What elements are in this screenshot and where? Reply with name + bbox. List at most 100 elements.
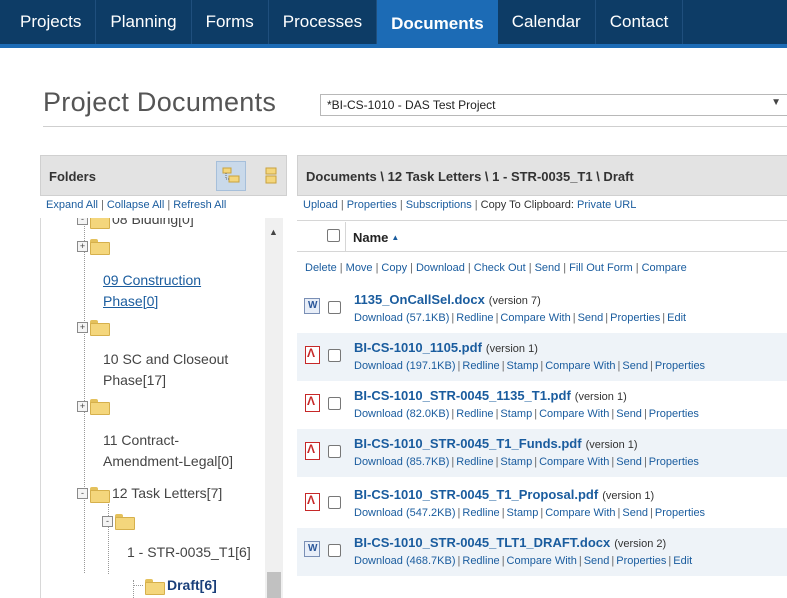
folder-list-view-button[interactable] — [257, 161, 287, 191]
expand-all-link[interactable]: Expand All — [46, 199, 98, 211]
compare-action[interactable]: Compare — [642, 262, 687, 274]
properties-link[interactable]: Properties — [649, 456, 699, 468]
expand-icon[interactable]: + — [77, 321, 88, 333]
send-link[interactable]: Send — [584, 555, 610, 567]
stamp-link[interactable]: Stamp — [500, 456, 532, 468]
expand-icon[interactable]: + — [77, 240, 88, 252]
redline-link[interactable]: Redline — [462, 555, 499, 567]
scroll-up-icon[interactable]: ▲ — [269, 227, 278, 237]
row-checkbox[interactable] — [328, 301, 341, 314]
properties-link[interactable]: Properties — [347, 199, 397, 211]
compare-with-link[interactable]: Compare With — [539, 408, 609, 420]
scroll-thumb[interactable] — [267, 572, 281, 598]
check-out-action[interactable]: Check Out — [474, 262, 526, 274]
nav-tab-contact[interactable]: Contact — [596, 0, 684, 44]
redline-link[interactable]: Redline — [456, 312, 493, 324]
separator: | — [668, 555, 672, 567]
redline-link[interactable]: Redline — [462, 507, 499, 519]
redline-link[interactable]: Redline — [456, 456, 493, 468]
compare-with-link[interactable]: Compare With — [507, 555, 577, 567]
send-link[interactable]: Send — [616, 456, 642, 468]
document-name-link[interactable]: BI-CS-1010_STR-0045_T1_Funds.pdf — [354, 436, 582, 451]
download-link[interactable]: Download (85.7KB) — [354, 456, 449, 468]
separator: | — [528, 262, 532, 274]
subscriptions-link[interactable]: Subscriptions — [406, 199, 472, 211]
compare-with-link[interactable]: Compare With — [539, 456, 609, 468]
refresh-all-link[interactable]: Refresh All — [173, 199, 226, 211]
compare-with-link[interactable]: Compare With — [545, 360, 615, 372]
send-link[interactable]: Send — [578, 312, 604, 324]
edit-link[interactable]: Edit — [667, 312, 686, 324]
row-checkbox[interactable] — [328, 544, 341, 557]
tree-item-construction[interactable]: 09 Construction — [103, 270, 201, 291]
nav-tab-processes[interactable]: Processes — [269, 0, 378, 44]
tree-item-construction-cont[interactable]: Phase[0] — [103, 291, 158, 312]
delete-action[interactable]: Delete — [305, 262, 337, 274]
tree-item-closeout-cont[interactable]: Phase[17] — [103, 370, 166, 391]
collapse-icon[interactable]: - — [102, 515, 113, 527]
folder-tree-view-button[interactable] — [216, 161, 246, 191]
edit-link[interactable]: Edit — [673, 555, 692, 567]
send-link[interactable]: Send — [622, 507, 648, 519]
folder-tree-scrollbar[interactable]: ▲ — [265, 218, 283, 598]
tree-item-draft[interactable]: Draft[6] — [133, 575, 217, 596]
row-checkbox[interactable] — [328, 445, 341, 458]
nav-tab-forms[interactable]: Forms — [192, 0, 269, 44]
folder-icon — [90, 486, 110, 503]
separator: | — [457, 555, 461, 567]
stamp-link[interactable]: Stamp — [500, 408, 532, 420]
private-url-link[interactable]: Private URL — [577, 199, 636, 211]
collapse-all-link[interactable]: Collapse All — [107, 199, 164, 211]
download-link[interactable]: Download (197.1KB) — [354, 360, 456, 372]
copy-action[interactable]: Copy — [381, 262, 407, 274]
folder-tree-icon — [222, 167, 240, 183]
nav-tab-planning[interactable]: Planning — [96, 0, 192, 44]
redline-link[interactable]: Redline — [462, 360, 499, 372]
stamp-link[interactable]: Stamp — [507, 360, 539, 372]
redline-link[interactable]: Redline — [456, 408, 493, 420]
document-name-link[interactable]: BI-CS-1010_1105.pdf — [354, 340, 482, 355]
fill-out-form-action[interactable]: Fill Out Form — [569, 262, 633, 274]
download-link[interactable]: Download (82.0KB) — [354, 408, 449, 420]
stamp-link[interactable]: Stamp — [507, 507, 539, 519]
properties-link[interactable]: Properties — [616, 555, 666, 567]
project-select[interactable]: *BI-CS-1010 - DAS Test Project ▼ — [320, 94, 787, 116]
nav-tab-calendar[interactable]: Calendar — [498, 0, 596, 44]
send-action[interactable]: Send — [535, 262, 561, 274]
document-name-link[interactable]: BI-CS-1010_STR-0045_TLT1_DRAFT.docx — [354, 535, 610, 550]
download-action[interactable]: Download — [416, 262, 465, 274]
tree-item-contract[interactable]: 11 Contract- — [103, 430, 179, 451]
send-link[interactable]: Send — [616, 408, 642, 420]
document-name-link[interactable]: BI-CS-1010_STR-0045_T1_Proposal.pdf — [354, 487, 598, 502]
row-checkbox[interactable] — [328, 349, 341, 362]
name-column-header[interactable]: Name ▲ — [345, 222, 399, 252]
properties-link[interactable]: Properties — [610, 312, 660, 324]
tree-item-str[interactable]: 1 - STR-0035_T1[6] — [127, 542, 251, 563]
compare-with-link[interactable]: Compare With — [500, 312, 570, 324]
tree-item-contract-cont[interactable]: Amendment-Legal[0] — [103, 451, 233, 472]
nav-tab-projects[interactable]: Projects — [0, 0, 97, 44]
tree-item-closeout[interactable]: 10 SC and Closeout — [103, 349, 228, 370]
tree-item-task-letters[interactable]: - 12 Task Letters[7] — [77, 483, 222, 504]
expand-icon[interactable]: + — [77, 400, 88, 412]
move-action[interactable]: Move — [346, 262, 373, 274]
tree-item-bidding[interactable]: - 08 Bidding[0] — [77, 218, 194, 230]
expand-icon[interactable]: - — [77, 218, 88, 225]
properties-link[interactable]: Properties — [655, 360, 705, 372]
properties-link[interactable]: Properties — [649, 408, 699, 420]
download-link[interactable]: Download (57.1KB) — [354, 312, 449, 324]
upload-link[interactable]: Upload — [303, 199, 338, 211]
download-link[interactable]: Download (468.7KB) — [354, 555, 456, 567]
compare-with-link[interactable]: Compare With — [545, 507, 615, 519]
send-link[interactable]: Send — [622, 360, 648, 372]
properties-link[interactable]: Properties — [655, 507, 705, 519]
folder-stack-icon — [265, 167, 277, 184]
download-link[interactable]: Download (547.2KB) — [354, 507, 456, 519]
select-all-checkbox[interactable] — [327, 229, 340, 242]
row-checkbox[interactable] — [328, 496, 341, 509]
nav-tab-documents[interactable]: Documents — [377, 0, 498, 48]
row-checkbox[interactable] — [328, 397, 341, 410]
document-name-link[interactable]: 1135_OnCallSel.docx — [354, 292, 485, 307]
document-name-link[interactable]: BI-CS-1010_STR-0045_1135_T1.pdf — [354, 388, 571, 403]
collapse-icon[interactable]: - — [77, 488, 88, 499]
